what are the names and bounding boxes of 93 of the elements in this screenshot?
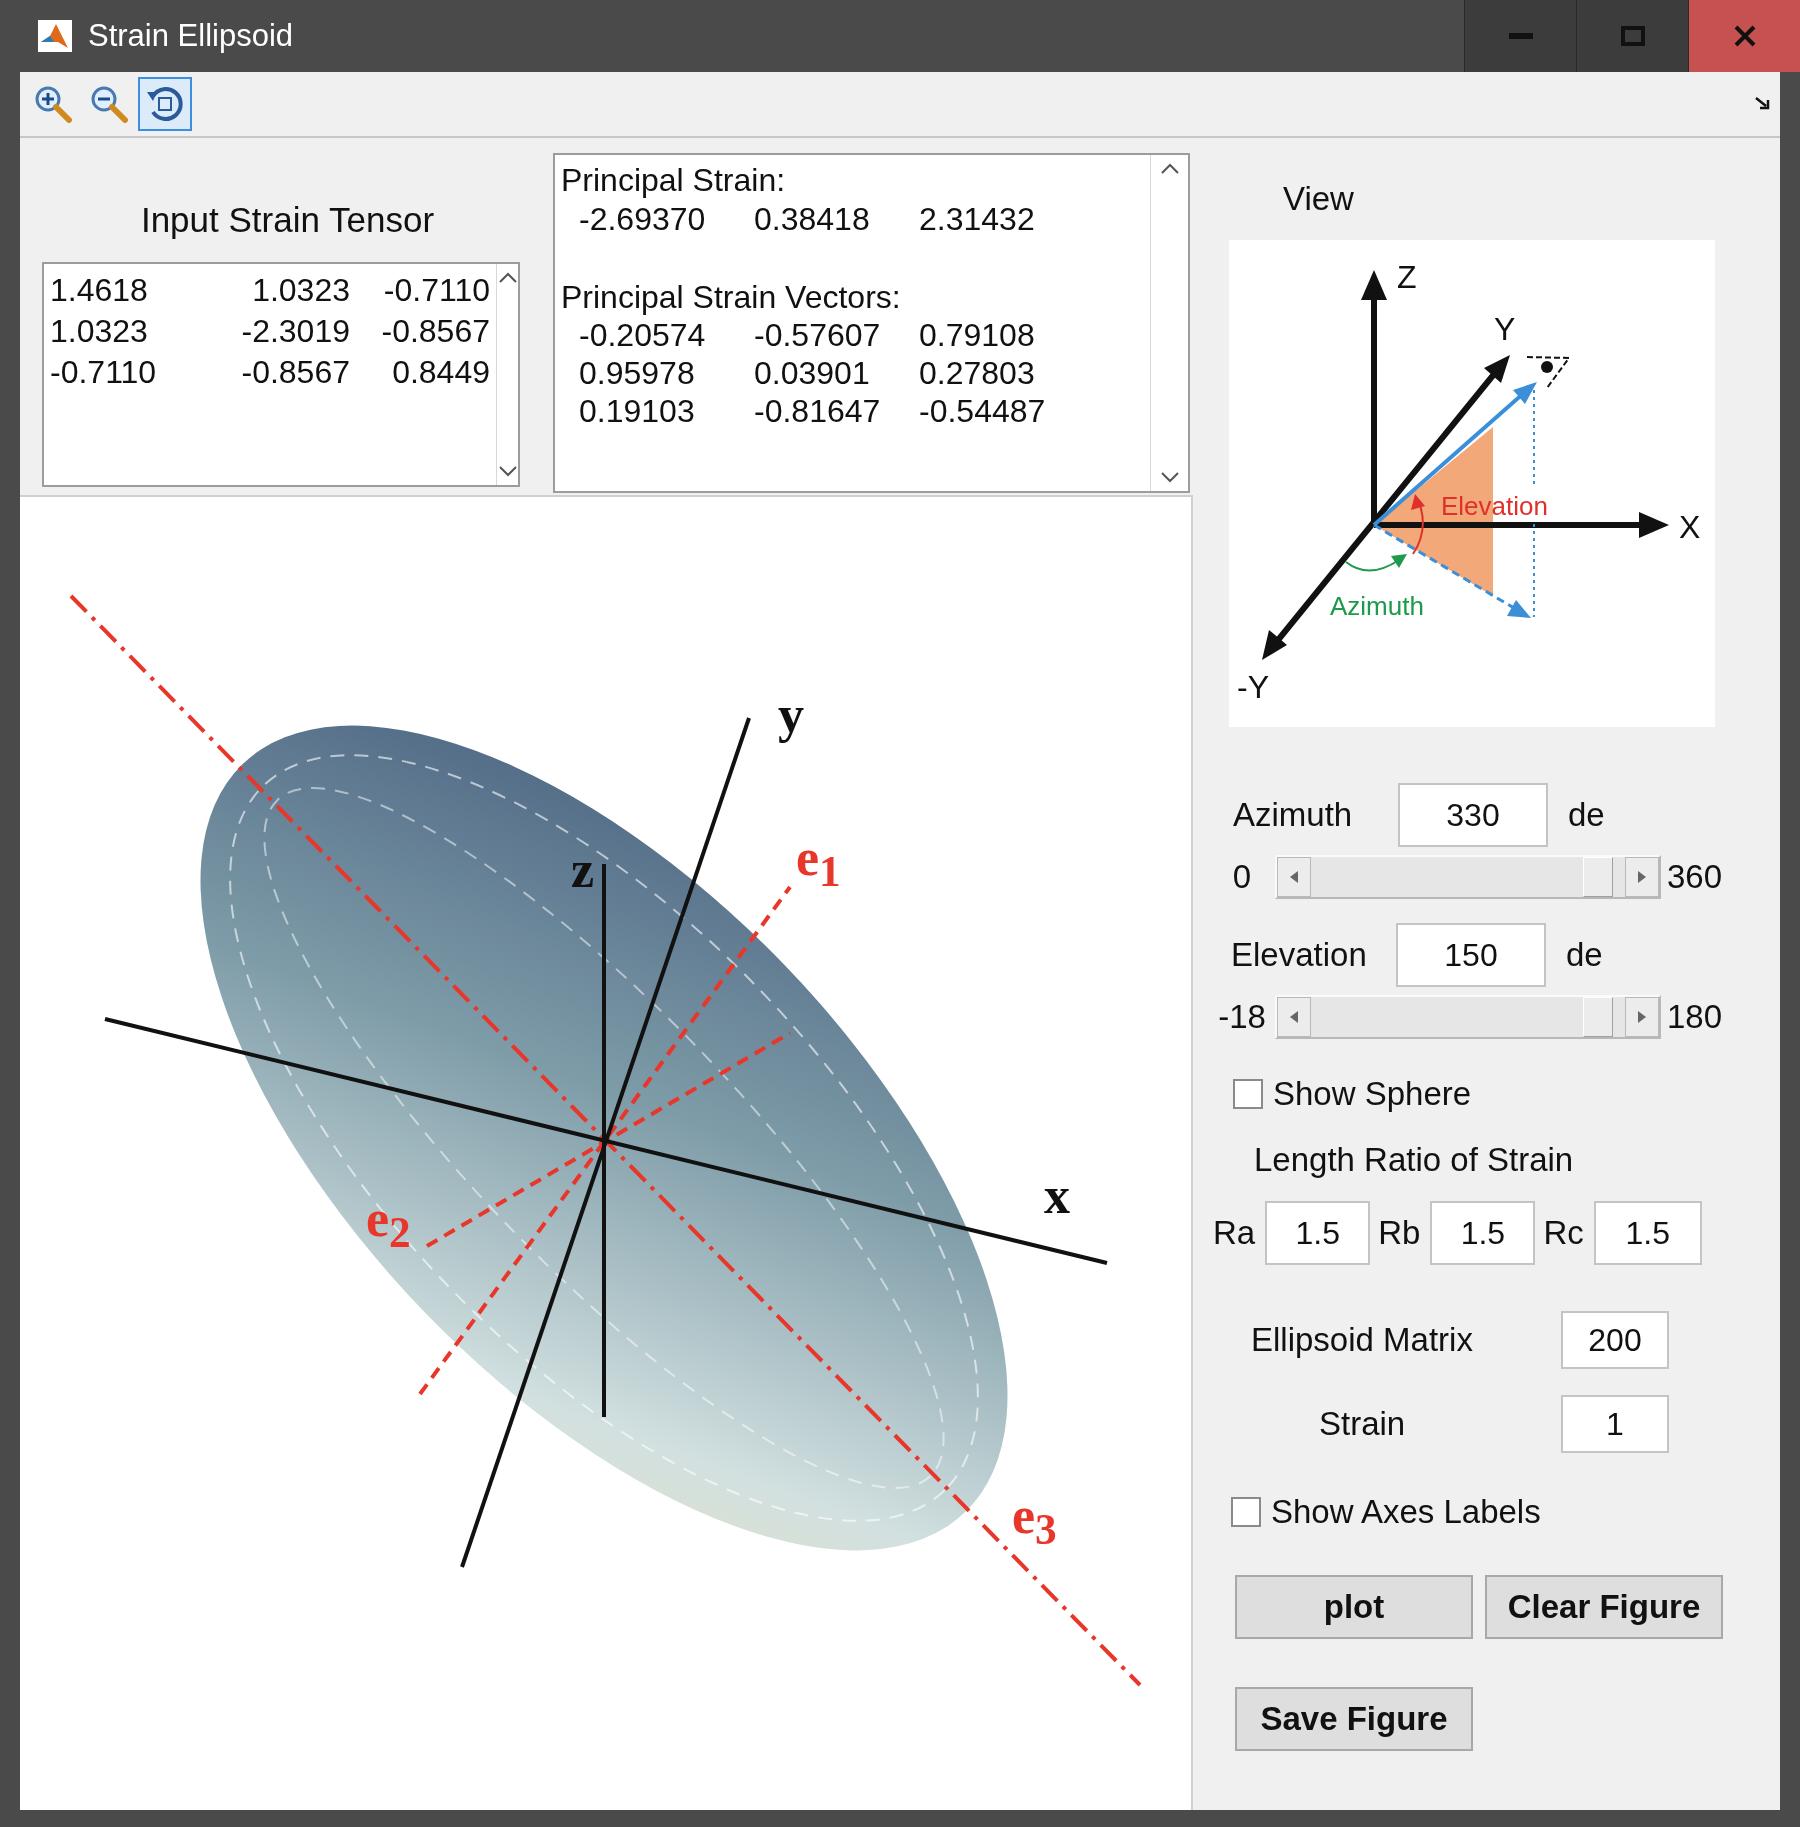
action-button[interactable]: Clear Figure — [1485, 1575, 1723, 1639]
window-title: Strain Ellipsoid — [88, 18, 295, 54]
axis-label: z — [571, 844, 595, 896]
close-button[interactable] — [1688, 0, 1800, 72]
results-list[interactable]: Principal Strain: -2.69370 0.38418 2.31432 Principal Strain Vectors: -0.20574 -0.57607 0.79108 0.95978 0.03901 0.27803 0.19103 -0.81647 -0.54487 — [553, 153, 1190, 493]
principal-axis-label: e$_{2}$ — [366, 1193, 411, 1255]
azimuth-arc — [1345, 554, 1407, 572]
toolbar-button[interactable] — [138, 77, 192, 131]
strain-label: Strain — [1318, 1405, 1407, 1443]
angle-field[interactable]: 150 — [1396, 923, 1546, 987]
vector-value: 0.79108 — [919, 316, 1036, 354]
save-button[interactable]: Save Figure — [1235, 1687, 1473, 1751]
range-max-label: 360 — [1667, 858, 1723, 896]
ratio-field[interactable]: 1.5 — [1593, 1201, 1702, 1265]
checkbox[interactable] — [1233, 1079, 1263, 1109]
app-logo-icon — [38, 20, 72, 52]
matrix-label: Ellipsoid Matrix — [1251, 1321, 1474, 1359]
matrix-value: -0.8567 — [240, 353, 350, 392]
range-max-label: 180 — [1667, 998, 1723, 1036]
principal-strain-heading: Principal Strain: — [561, 161, 787, 199]
range-min-label: 0 — [1231, 858, 1253, 896]
strain-value: 2.31432 — [919, 200, 1036, 239]
elevation-arc — [1411, 494, 1425, 555]
ratio-label: Ra — [1213, 1214, 1256, 1252]
slider-left-icon[interactable] — [1289, 1010, 1299, 1024]
eye-icon — [1526, 356, 1571, 389]
matrix-value: -0.7110 — [382, 271, 490, 310]
vector-value: 0.19103 — [579, 392, 696, 430]
vector-value: -0.54487 — [919, 392, 1047, 430]
tensor-list[interactable]: 1.4618 1.0323 -0.7110 1.0323 -2.3019 -0.8567 -0.7110 -0.8567 0.8449 — [42, 262, 520, 487]
zoom-in-icon — [33, 84, 73, 124]
slider-thumb[interactable] — [1582, 997, 1613, 1037]
ratio-label: Rc — [1543, 1214, 1584, 1252]
unit-label: de — [1568, 796, 1605, 834]
ratio-field[interactable]: 1.5 — [1265, 1201, 1371, 1265]
tensor-heading: Input Strain Tensor — [140, 200, 435, 240]
vector-value: -0.20574 — [579, 316, 707, 354]
scroll-down-icon[interactable] — [1160, 471, 1179, 483]
vector-value: 0.95978 — [579, 354, 696, 392]
slider-track[interactable] — [1275, 995, 1661, 1039]
scrollbar[interactable] — [496, 264, 518, 485]
vector-value: 0.03901 — [754, 354, 871, 392]
axis-label: y — [778, 689, 804, 741]
strain-field[interactable]: 1 — [1561, 1395, 1669, 1453]
angle-label: Azimuth — [1233, 796, 1354, 834]
principal-axis-label: e$_{1}$ — [796, 832, 841, 894]
checkbox-label: Show Sphere — [1273, 1075, 1472, 1113]
vector-value: 0.27803 — [919, 354, 1036, 392]
angle-field[interactable]: 330 — [1398, 783, 1548, 847]
scroll-down-icon[interactable] — [498, 465, 517, 477]
close-icon — [1732, 24, 1757, 48]
axis-label: x — [1044, 1170, 1070, 1222]
slider-thumb[interactable] — [1582, 857, 1613, 897]
matrix-value: -0.8567 — [380, 312, 490, 351]
matrix-value: 1.4618 — [50, 271, 149, 310]
matrix-value: 1.0323 — [50, 312, 149, 351]
vector-value: -0.57607 — [754, 316, 882, 354]
scroll-up-icon[interactable] — [498, 272, 517, 284]
diagram-label: X — [1679, 509, 1701, 545]
minimize-icon — [1508, 33, 1533, 39]
vectors-heading: Principal Strain Vectors: — [561, 278, 902, 316]
rotate-icon — [145, 84, 185, 124]
checkbox-label: Show Axes Labels — [1271, 1493, 1541, 1531]
principal-axis-label: e$_{3}$ — [1012, 1490, 1057, 1552]
maximize-icon — [1620, 26, 1645, 46]
matrix-value: 0.8449 — [391, 353, 490, 392]
diagram-label: Y — [1494, 311, 1516, 347]
matrix-value: 1.0323 — [251, 271, 350, 310]
diagram-label: -Y — [1237, 669, 1269, 705]
range-min-label: -18 — [1217, 998, 1267, 1036]
checkbox[interactable] — [1231, 1497, 1261, 1527]
slider-track[interactable] — [1275, 855, 1661, 899]
zoom-out-icon — [89, 84, 129, 124]
resize-grip-icon — [1754, 96, 1772, 112]
action-button[interactable]: plot — [1235, 1575, 1473, 1639]
view-heading: View — [1283, 180, 1355, 218]
unit-label: de — [1566, 936, 1603, 974]
strain-value: -2.69370 — [579, 200, 707, 239]
azimuth-label: Azimuth — [1330, 591, 1424, 621]
diagram-label: Z — [1397, 259, 1417, 295]
vector-value: -0.81647 — [754, 392, 882, 430]
ratio-field[interactable]: 1.5 — [1430, 1201, 1536, 1265]
matrix-value: -0.7110 — [50, 353, 158, 392]
length-ratio-heading: Length Ratio of Strain — [1254, 1141, 1574, 1179]
ratio-label: Rb — [1378, 1214, 1421, 1252]
matrix-field[interactable]: 200 — [1561, 1311, 1669, 1369]
matrix-value: -2.3019 — [240, 312, 350, 351]
angle-label: Elevation — [1231, 936, 1368, 974]
slider-right-icon[interactable] — [1637, 870, 1647, 884]
strain-value: 0.38418 — [754, 200, 871, 239]
slider-left-icon[interactable] — [1289, 870, 1299, 884]
slider-right-icon[interactable] — [1637, 1010, 1647, 1024]
scroll-up-icon[interactable] — [1160, 163, 1179, 175]
